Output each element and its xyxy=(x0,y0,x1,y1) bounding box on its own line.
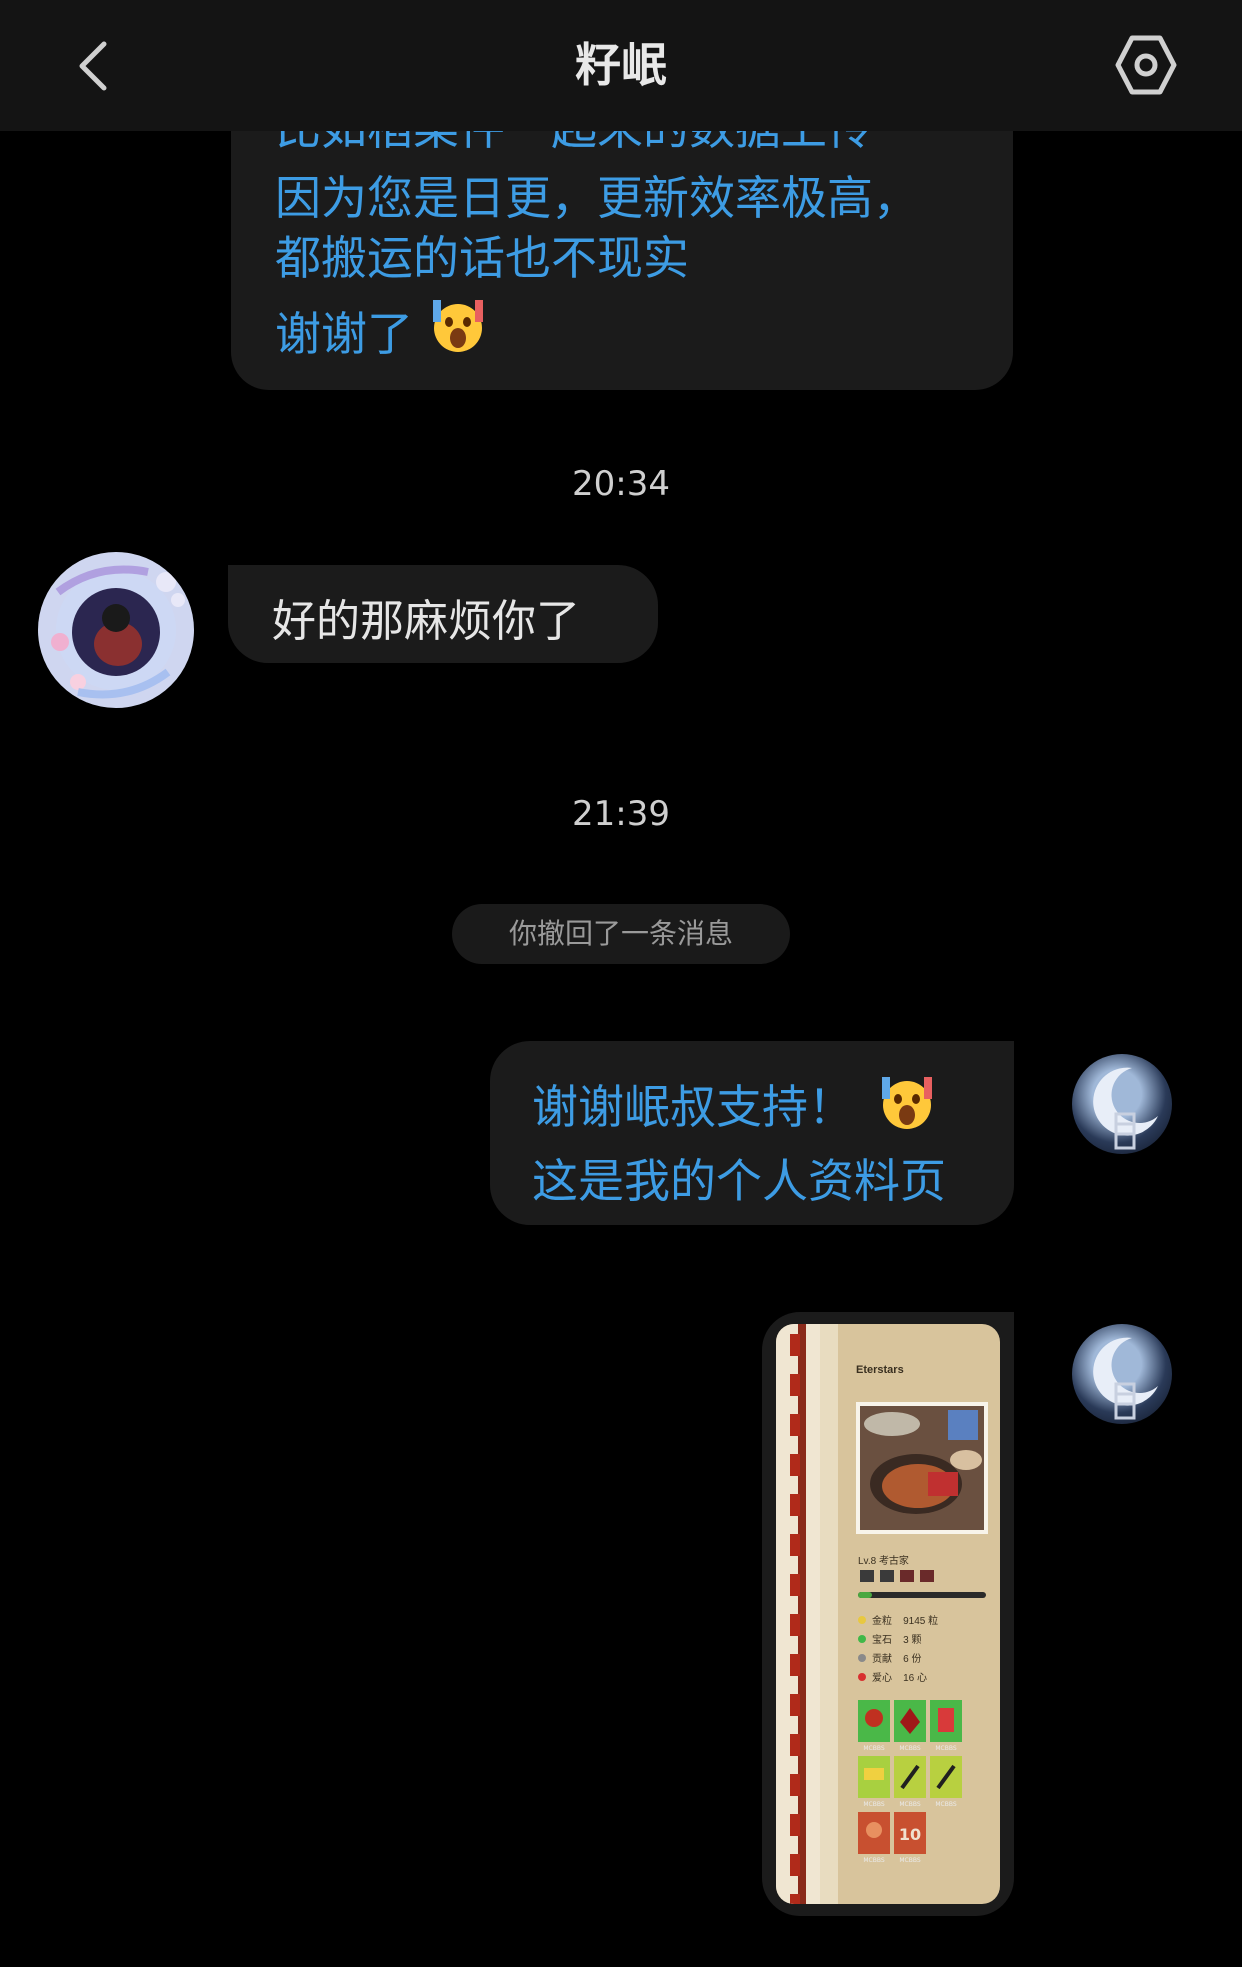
profile-stats: 金粒 9145 粒 宝石 3 颗 贡献 6 份 爱心 16 心 xyxy=(858,1612,938,1688)
settings-button[interactable] xyxy=(1108,30,1184,100)
message-text-line: 这是我的个人资料页 xyxy=(532,1154,946,1208)
profile-level: Lv.8 考古家 xyxy=(858,1556,909,1567)
gold-icon xyxy=(858,1616,866,1624)
contribution-icon xyxy=(858,1654,866,1662)
medal-label: MCBBS xyxy=(863,1801,884,1808)
contact-avatar[interactable] xyxy=(38,552,194,708)
profile-screenshot-thumbnail[interactable]: Eterstars Lv.8 考古家 金粒 9145 粒 宝石 3 颗 贡献 6 xyxy=(776,1324,1000,1904)
profile-username: Eterstars xyxy=(856,1364,904,1376)
rail-mark xyxy=(790,1694,800,1716)
incoming-message-bubble[interactable]: 好的那麻烦你了 xyxy=(228,565,658,663)
medal-label: MCBBS xyxy=(935,1745,956,1752)
medal-number: 10 xyxy=(899,1825,921,1844)
medal-tiles: 10 MCBBS MCBBS MCBBS MCBBS MCBBS MCBBS M… xyxy=(858,1700,962,1864)
rail-mark xyxy=(790,1494,800,1516)
stat-row: 宝石 3 颗 xyxy=(858,1631,938,1650)
timestamp: 21:39 xyxy=(572,794,670,834)
level-badges xyxy=(858,1570,986,1598)
rail-mark xyxy=(790,1574,800,1596)
shocked-face-emoji-icon xyxy=(433,300,483,352)
rail-mark xyxy=(790,1894,800,1904)
message-text-line: 因为您是日更，更新效率极高， xyxy=(275,171,919,225)
back-button[interactable] xyxy=(66,30,126,100)
rail-mark xyxy=(790,1334,800,1356)
rail-mark xyxy=(790,1814,800,1836)
medal-label: MCBBS xyxy=(863,1857,884,1864)
message-text-line: 谢谢岷叔支持！ xyxy=(532,1080,854,1134)
rail-mark xyxy=(790,1614,800,1636)
gem-icon xyxy=(858,1635,866,1643)
chevron-left-icon xyxy=(79,41,107,91)
image-message-bubble[interactable]: Eterstars Lv.8 考古家 金粒 9145 粒 宝石 3 颗 贡献 6 xyxy=(762,1312,1014,1916)
message-text-line: 谢谢了 xyxy=(275,307,413,361)
message-text-line: 都搬运的话也不现实 xyxy=(275,231,689,285)
rail-mark xyxy=(790,1774,800,1796)
outgoing-message-bubble[interactable]: 谢谢岷叔支持！ 这是我的个人资料页 xyxy=(490,1041,1014,1225)
self-avatar[interactable] xyxy=(1072,1324,1172,1424)
medal-label: MCBBS xyxy=(899,1857,920,1864)
heart-icon xyxy=(858,1673,866,1681)
rail-mark xyxy=(790,1374,800,1396)
medal-grid: 10 MCBBS MCBBS MCBBS MCBBS MCBBS MCBBS M… xyxy=(858,1700,988,1870)
medal-label: MCBBS xyxy=(899,1801,920,1808)
shocked-face-emoji-icon xyxy=(882,1077,932,1129)
chat-title: 籽岷 xyxy=(575,38,667,92)
medal-label: MCBBS xyxy=(863,1745,884,1752)
recall-notice: 你撤回了一条消息 xyxy=(452,904,790,964)
settings-gear-icon xyxy=(1115,35,1177,95)
timestamp: 20:34 xyxy=(572,464,670,504)
pixel-border-decoration xyxy=(776,1324,838,1904)
avatar-image xyxy=(51,565,185,699)
rail-mark xyxy=(790,1654,800,1676)
rail-mark xyxy=(790,1734,800,1756)
medal-label: MCBBS xyxy=(899,1745,920,1752)
rail-mark xyxy=(790,1854,800,1876)
moon-avatar-image xyxy=(1093,1067,1158,1150)
stat-row: 贡献 6 份 xyxy=(858,1650,938,1669)
stat-row: 爱心 16 心 xyxy=(858,1669,938,1688)
rail-mark xyxy=(790,1534,800,1556)
self-avatar[interactable] xyxy=(1072,1054,1172,1154)
moon-avatar-image xyxy=(1093,1337,1158,1420)
chat-header: 籽岷 xyxy=(0,0,1242,131)
message-text: 好的那麻烦你了 xyxy=(272,596,580,647)
medal-label: MCBBS xyxy=(935,1801,956,1808)
rail-mark xyxy=(790,1414,800,1436)
profile-photo xyxy=(856,1402,988,1534)
stat-row: 金粒 9145 粒 xyxy=(858,1612,938,1631)
rail-mark xyxy=(790,1454,800,1476)
